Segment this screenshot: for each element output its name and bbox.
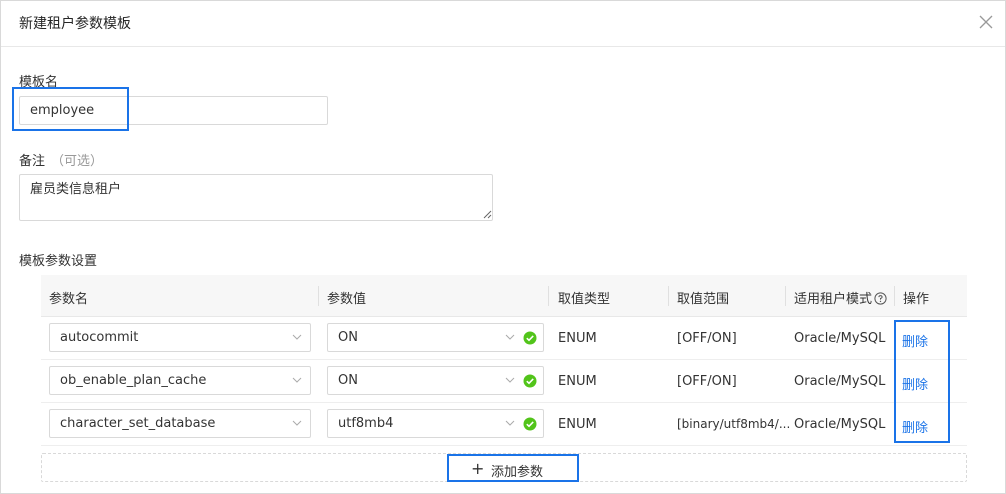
- create-template-dialog: 新建租户参数模板 模板名 备注 （可选） 雇员类信息租户 模板参数设置 参数名 参…: [0, 0, 1006, 494]
- template-name-label: 模板名: [19, 75, 59, 90]
- param-name-value: character_set_database: [60, 416, 216, 431]
- value-type-cell: ENUM: [558, 374, 597, 389]
- table-header: 参数名 参数值 取值类型 取值范围 适用租户模式 操作: [41, 275, 967, 317]
- header-tenant-mode-text: 适用租户模式: [794, 292, 873, 307]
- add-param-label: 添加参数: [491, 465, 544, 480]
- value-range-cell: [OFF/ON]: [677, 331, 737, 346]
- header-value-range: 取值范围: [677, 292, 730, 307]
- header-param-name: 参数名: [49, 292, 89, 307]
- delete-link[interactable]: 删除: [902, 374, 928, 393]
- remark-optional-hint: （可选）: [51, 154, 104, 169]
- header-value-type: 取值类型: [558, 292, 611, 307]
- dialog-title: 新建租户参数模板: [19, 16, 131, 32]
- chevron-down-icon: [505, 420, 515, 426]
- question-circle-icon[interactable]: [874, 292, 887, 305]
- param-value-text: ON: [338, 330, 358, 345]
- chevron-down-icon: [292, 420, 302, 426]
- dialog-header: 新建租户参数模板: [1, 1, 1005, 47]
- check-circle-icon: [523, 374, 537, 388]
- value-type-cell: ENUM: [558, 331, 597, 346]
- tenant-mode-cell: Oracle/MySQL: [794, 417, 886, 432]
- close-icon[interactable]: [977, 13, 995, 31]
- tenant-mode-cell: Oracle/MySQL: [794, 331, 886, 346]
- delete-link[interactable]: 删除: [902, 331, 928, 350]
- resize-grip-icon[interactable]: [483, 210, 492, 219]
- table-row: autocommit ON ENUM [OFF/ON] Oracle/MySQL…: [41, 317, 967, 360]
- chevron-down-icon: [505, 334, 515, 340]
- value-range-cell: [binary/utf8mb4/...: [677, 417, 791, 431]
- param-name-select[interactable]: character_set_database: [49, 409, 311, 438]
- header-divider: [548, 286, 549, 306]
- param-name-value: ob_enable_plan_cache: [60, 373, 207, 388]
- param-name-select[interactable]: ob_enable_plan_cache: [49, 366, 311, 395]
- param-value-select[interactable]: ON: [327, 366, 544, 395]
- header-divider: [785, 286, 786, 306]
- tenant-mode-cell: Oracle/MySQL: [794, 374, 886, 389]
- param-value-select[interactable]: utf8mb4: [327, 409, 544, 438]
- header-divider: [894, 286, 895, 306]
- param-value-text: utf8mb4: [338, 416, 394, 431]
- remark-textarea[interactable]: 雇员类信息租户: [19, 174, 493, 221]
- check-circle-icon: [523, 331, 537, 345]
- header-tenant-mode: 适用租户模式: [794, 288, 887, 307]
- delete-link[interactable]: 删除: [902, 417, 928, 436]
- header-divider: [318, 286, 319, 306]
- param-value-select[interactable]: ON: [327, 323, 544, 352]
- template-name-input[interactable]: [19, 96, 328, 125]
- param-name-value: autocommit: [60, 330, 139, 345]
- add-param-button[interactable]: + 添加参数: [447, 454, 579, 482]
- header-action: 操作: [903, 292, 930, 307]
- remark-label-text: 备注: [19, 154, 46, 169]
- value-type-cell: ENUM: [558, 417, 597, 432]
- check-circle-icon: [523, 417, 537, 431]
- param-name-select[interactable]: autocommit: [49, 323, 311, 352]
- remark-label: 备注 （可选）: [19, 150, 103, 169]
- table-row: ob_enable_plan_cache ON ENUM [OFF/ON] Or…: [41, 360, 967, 403]
- chevron-down-icon: [292, 334, 302, 340]
- chevron-down-icon: [292, 377, 302, 383]
- param-value-text: ON: [338, 373, 358, 388]
- plus-icon: +: [471, 459, 485, 478]
- template-params-label: 模板参数设置: [19, 254, 98, 269]
- chevron-down-icon: [505, 377, 515, 383]
- table-row: character_set_database utf8mb4 ENUM [bin…: [41, 403, 967, 446]
- header-param-value: 参数值: [327, 292, 367, 307]
- header-divider: [668, 286, 669, 306]
- value-range-cell: [OFF/ON]: [677, 374, 737, 389]
